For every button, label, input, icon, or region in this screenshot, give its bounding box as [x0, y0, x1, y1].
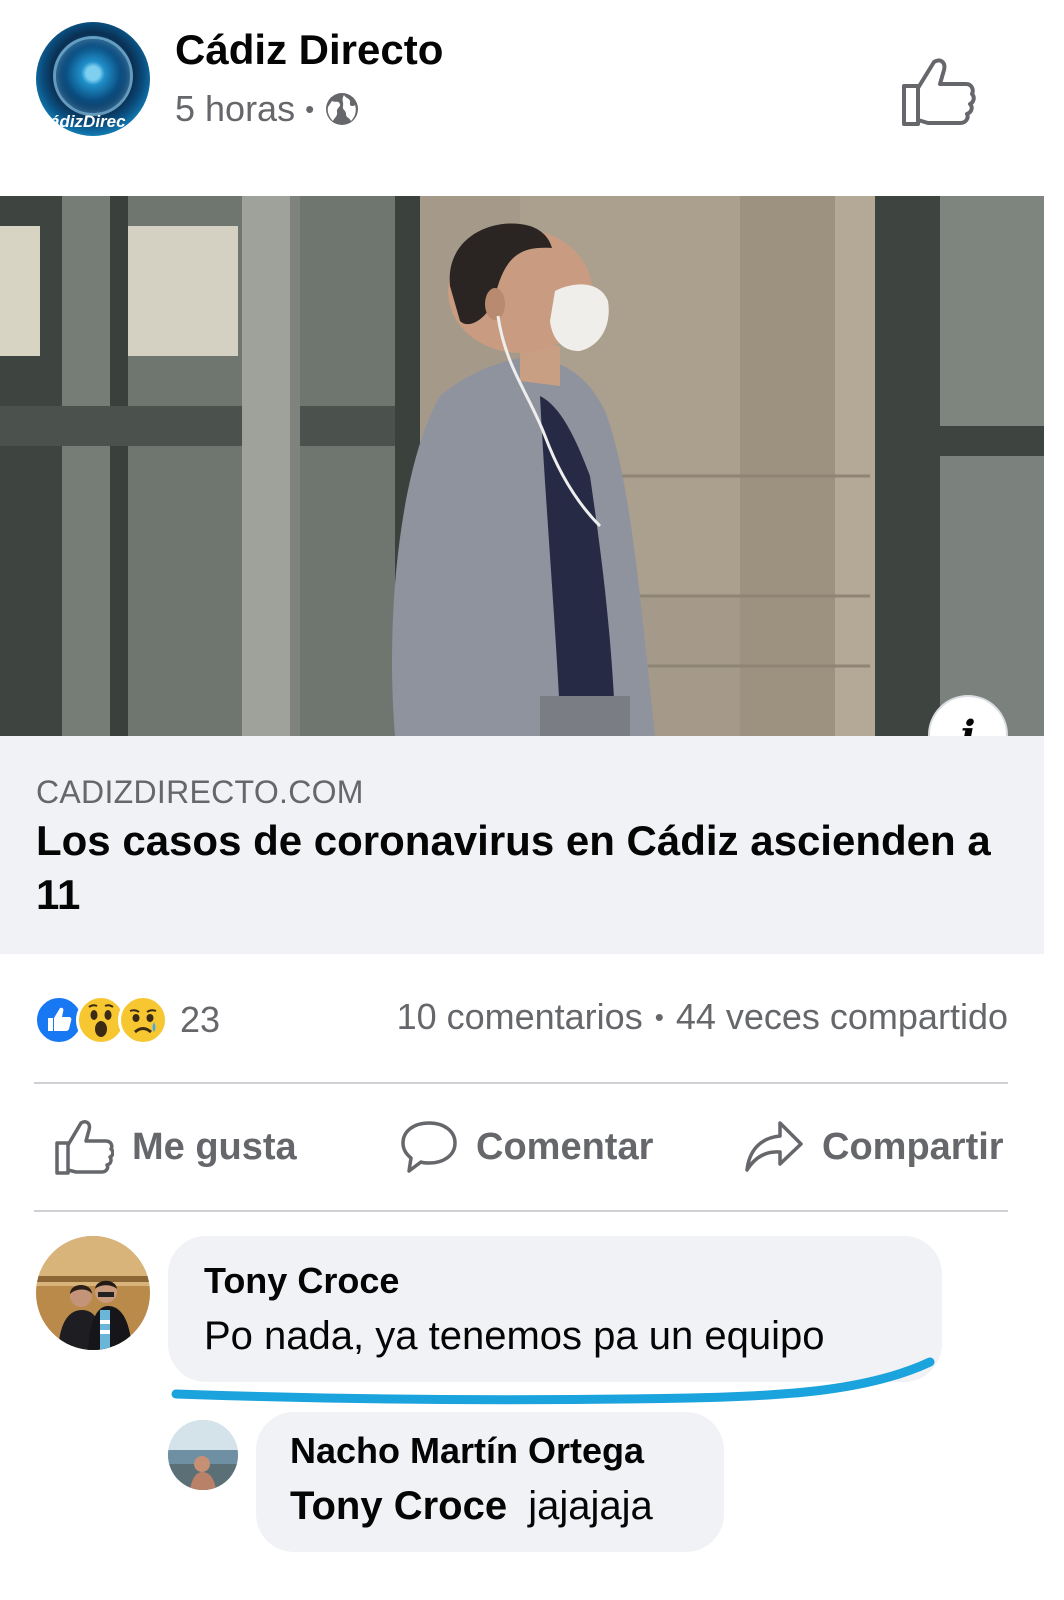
post-stats: 10 comentarios • 44 veces compartido	[397, 996, 1008, 1038]
commenter-avatar[interactable]	[36, 1236, 150, 1350]
highlight-underline	[171, 1357, 935, 1405]
share-arrow-icon	[745, 1121, 803, 1172]
post-photo[interactable]	[0, 196, 1044, 736]
comments-count[interactable]: 10 comentarios	[397, 996, 643, 1038]
reply-mention[interactable]: Tony Croce	[290, 1484, 507, 1528]
link-preview[interactable]: CADIZDIRECTO.COM Los casos de coronaviru…	[0, 736, 1044, 954]
like-button[interactable]: Me gusta	[54, 1112, 297, 1182]
speech-bubble-icon	[401, 1121, 457, 1173]
share-button[interactable]: Compartir	[744, 1112, 1004, 1182]
comment-label: Comentar	[476, 1125, 654, 1168]
divider	[34, 1210, 1008, 1212]
post-time[interactable]: 5 horas	[175, 88, 295, 130]
share-label: Compartir	[822, 1125, 1004, 1168]
avatar-logo-text: ádizDirec	[50, 112, 126, 131]
replier-avatar[interactable]	[168, 1420, 238, 1490]
divider	[34, 1082, 1008, 1084]
link-title: Los casos de coronavirus en Cádiz ascien…	[36, 817, 991, 918]
shares-count[interactable]: 44 veces compartido	[676, 996, 1008, 1038]
post-meta: 5 horas •	[175, 88, 360, 130]
reaction-count: 23	[180, 999, 221, 1040]
sad-reaction-icon	[118, 995, 168, 1045]
reply-author[interactable]: Nacho Martín Ortega	[290, 1430, 644, 1472]
link-domain: CADIZDIRECTO.COM	[36, 774, 364, 810]
page-name[interactable]: Cádiz Directo	[175, 26, 443, 74]
reactions-summary[interactable]: 23	[34, 992, 220, 1048]
post-header: ádizDirec Cádiz Directo 5 horas •	[0, 0, 1064, 196]
thumbs-up-icon	[55, 1120, 114, 1175]
stats-separator: •	[654, 1001, 664, 1032]
thumbs-up-icon[interactable]	[900, 56, 976, 128]
camera-lens-icon	[53, 36, 133, 116]
page-avatar[interactable]: ádizDirec	[36, 22, 150, 136]
globe-icon	[324, 91, 360, 127]
comment-button[interactable]: Comentar	[400, 1112, 653, 1182]
like-label: Me gusta	[132, 1125, 297, 1168]
reply-text: jajajaja	[528, 1484, 653, 1528]
meta-separator: •	[305, 93, 315, 124]
comment-author[interactable]: Tony Croce	[204, 1260, 399, 1302]
reply-body: Tony Croce jajajaja	[290, 1484, 653, 1529]
